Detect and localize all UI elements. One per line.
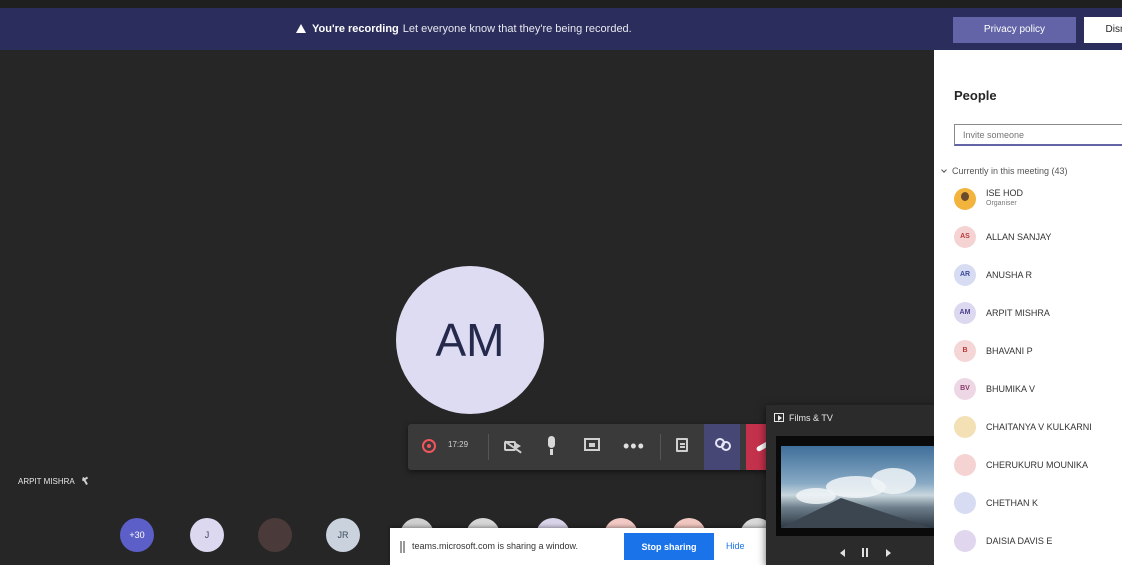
dismiss-button[interactable]: Dismiss xyxy=(1084,17,1122,43)
participant-name: BHAVANI P xyxy=(986,346,1033,356)
more-actions-button[interactable]: ••• xyxy=(614,424,650,470)
panel-title: People xyxy=(954,88,997,103)
presenter-name: ARPIT MISHRA xyxy=(18,477,75,486)
participant-avatar xyxy=(954,454,976,476)
participant-name: ANUSHA R xyxy=(986,270,1033,280)
participant-avatar[interactable]: J xyxy=(190,518,224,552)
next-icon[interactable] xyxy=(886,549,891,557)
participant-avatar: AS xyxy=(954,226,976,248)
participant-row[interactable]: B BHAVANI P xyxy=(954,336,1122,366)
drag-handle-icon[interactable] xyxy=(400,541,402,553)
participant-row[interactable]: BV BHUMIKA V xyxy=(954,374,1122,404)
participant-avatar xyxy=(954,492,976,514)
chat-icon xyxy=(676,438,688,452)
divider xyxy=(488,434,489,460)
hide-link[interactable]: Hide xyxy=(726,541,745,551)
participant-avatar[interactable] xyxy=(258,518,292,552)
share-screen-button[interactable] xyxy=(574,424,610,470)
camera-off-icon xyxy=(504,441,521,451)
divider xyxy=(660,434,661,460)
participant-avatar xyxy=(954,188,976,210)
recording-title: You're recording xyxy=(312,23,399,35)
section-label: Currently in this meeting (43) xyxy=(952,166,1068,176)
previous-icon[interactable] xyxy=(840,549,845,557)
participant-row[interactable]: DAISIA DAVIS E xyxy=(954,526,1122,556)
participant-row[interactable]: CHERUKURU MOUNIKA xyxy=(954,450,1122,480)
participant-avatar[interactable]: JR xyxy=(326,518,360,552)
participant-avatar: B xyxy=(954,340,976,362)
pause-icon[interactable] xyxy=(862,548,864,557)
show-participants-button[interactable] xyxy=(704,424,740,470)
sharing-message: teams.microsoft.com is sharing a window. xyxy=(412,541,579,551)
microphone-icon xyxy=(548,436,555,455)
mountain-shape xyxy=(781,498,931,528)
participant-avatar xyxy=(954,416,976,438)
people-icon xyxy=(715,438,731,454)
participant-avatar: AM xyxy=(954,302,976,324)
overflow-participants-badge[interactable]: +30 xyxy=(120,518,154,552)
mini-player-video[interactable] xyxy=(776,436,956,536)
participant-row[interactable]: CHAITANYA V KULKARNI xyxy=(954,412,1122,442)
participant-avatar: AR xyxy=(954,264,976,286)
participant-name: CHAITANYA V KULKARNI xyxy=(986,422,1092,432)
privacy-policy-button[interactable]: Privacy policy xyxy=(953,17,1076,43)
main-participant-avatar: AM xyxy=(396,266,544,414)
participant-row[interactable]: AM ARPIT MISHRA xyxy=(954,298,1122,328)
share-screen-icon xyxy=(584,438,600,451)
call-controls-bar: 17:29 ••• xyxy=(408,424,788,470)
camera-toggle-button[interactable] xyxy=(494,424,530,470)
call-timer: 17:29 xyxy=(448,440,469,449)
participant-name: ARPIT MISHRA xyxy=(986,308,1050,318)
mini-player-name: Films & TV xyxy=(789,413,833,423)
recording-text: Let everyone know that they're being rec… xyxy=(402,23,632,35)
participant-name: ISE HOD xyxy=(986,188,1024,198)
participant-name: CHERUKURU MOUNIKA xyxy=(986,460,1089,470)
participant-row[interactable]: AR ANUSHA R xyxy=(954,260,1122,290)
participant-name: CHETHAN K xyxy=(986,498,1039,508)
participant-row[interactable]: AS ALLAN SANJAY xyxy=(954,222,1122,252)
films-tv-icon xyxy=(774,413,784,422)
participant-name: BHUMIKA V xyxy=(986,384,1036,394)
chat-button[interactable] xyxy=(664,424,700,470)
presenter-name-label: ARPIT MISHRA xyxy=(18,476,89,486)
recording-indicator-icon xyxy=(422,439,436,453)
more-icon: ••• xyxy=(623,436,645,456)
participant-row[interactable]: CHETHAN K xyxy=(954,488,1122,518)
participant-role: Organiser xyxy=(986,200,1017,207)
participant-name: ALLAN SANJAY xyxy=(986,232,1052,242)
recording-message: You're recording Let everyone know that t… xyxy=(296,8,632,50)
in-meeting-section-header[interactable]: Currently in this meeting (43) xyxy=(941,166,1068,176)
participant-avatar: BV xyxy=(954,378,976,400)
participant-name: DAISIA DAVIS E xyxy=(986,536,1053,546)
stop-sharing-button[interactable]: Stop sharing xyxy=(624,533,714,560)
pin-icon[interactable] xyxy=(81,477,89,485)
recording-banner: You're recording Let everyone know that t… xyxy=(0,8,1122,50)
mini-player-controls xyxy=(836,546,896,560)
participant-row[interactable]: ISE HOD Organiser xyxy=(954,184,1122,214)
chevron-down-icon xyxy=(941,167,947,173)
participant-avatar xyxy=(954,530,976,552)
people-panel: People Currently in this meeting (43) IS… xyxy=(934,50,1122,565)
mini-player-title: Films & TV xyxy=(774,413,833,423)
cloud-shape xyxy=(871,468,916,494)
screen-sharing-bar: teams.microsoft.com is sharing a window.… xyxy=(390,528,780,565)
warning-icon xyxy=(296,24,306,33)
invite-someone-input[interactable] xyxy=(954,124,1122,146)
mic-toggle-button[interactable] xyxy=(534,424,570,470)
teams-meeting-window: You're recording Let everyone know that t… xyxy=(0,0,1122,565)
